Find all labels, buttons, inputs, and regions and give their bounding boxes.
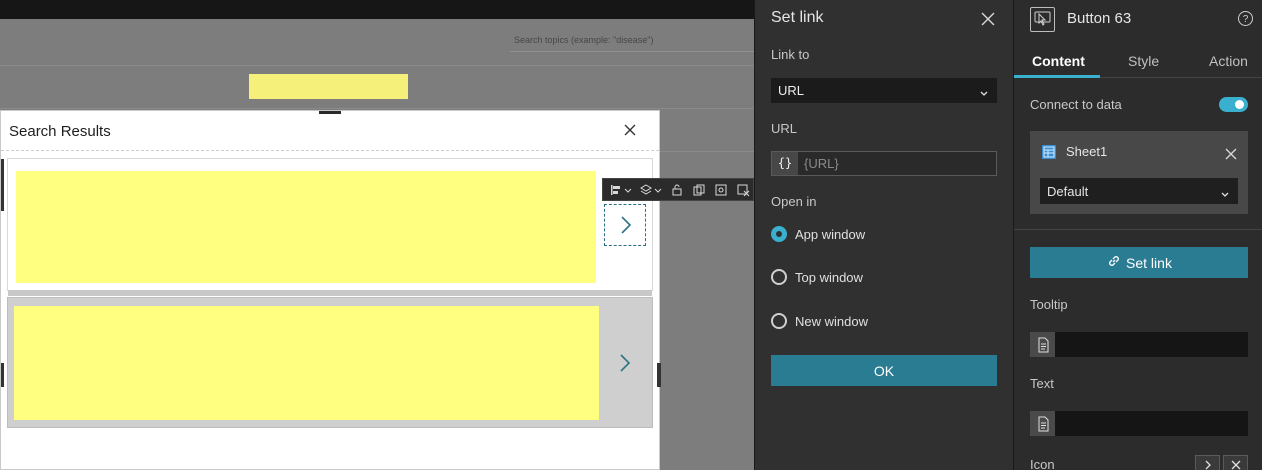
dynamic-content-icon[interactable]	[1030, 411, 1055, 436]
properties-panel: Button 63 ? Content Style Action Connect…	[1013, 0, 1262, 470]
section-divider	[1014, 229, 1262, 230]
data-source-card: Sheet1 Default	[1030, 131, 1248, 214]
result-card-image	[14, 306, 599, 420]
properties-tabs: Content Style Action	[1014, 48, 1262, 78]
link-to-select[interactable]: URL	[771, 78, 997, 103]
set-link-panel: Set link Link to URL URL {} {URL} Open i…	[754, 0, 1013, 470]
resize-handle-left[interactable]	[1, 159, 4, 211]
widget-title: Button 63	[1067, 10, 1132, 27]
resize-handle-right[interactable]	[657, 363, 661, 387]
properties-header: Button 63 ? Content Style Action	[1014, 0, 1262, 78]
remove-icon[interactable]	[733, 181, 753, 199]
chevron-down-icon	[1220, 187, 1230, 202]
text-input[interactable]	[1030, 411, 1248, 436]
close-icon[interactable]	[621, 121, 639, 139]
tab-content[interactable]: Content	[1032, 53, 1085, 69]
result-card-image	[16, 171, 596, 283]
results-title: Search Results	[9, 123, 111, 140]
link-icon	[1106, 253, 1122, 272]
data-source-name: Sheet1	[1066, 144, 1108, 159]
result-card-2[interactable]	[7, 297, 653, 428]
radio-button[interactable]	[771, 269, 787, 285]
app-root: Search topics (example: "disease") Searc…	[0, 0, 1262, 470]
table-icon	[1042, 145, 1056, 159]
radio-label: Top window	[795, 269, 863, 285]
radio-app-window[interactable]: App window	[771, 224, 865, 244]
set-link-button-label: Set link	[1126, 254, 1172, 271]
search-results-panel[interactable]: Search Results	[0, 110, 661, 470]
layers-icon[interactable]	[637, 181, 665, 199]
set-link-title: Set link	[771, 9, 824, 26]
search-input[interactable]: Search topics (example: "disease")	[510, 30, 754, 52]
link-to-label: Link to	[771, 47, 810, 62]
chevron-right-icon[interactable]	[618, 352, 632, 374]
text-label: Text	[1030, 376, 1054, 391]
radio-top-window[interactable]: Top window	[771, 267, 863, 287]
tooltip-input[interactable]	[1030, 332, 1248, 357]
selected-button-frame[interactable]	[604, 204, 646, 246]
url-label: URL	[771, 121, 798, 136]
connect-to-data-label: Connect to data	[1030, 97, 1122, 112]
link-to-value: URL	[778, 83, 805, 98]
align-icon[interactable]	[607, 181, 635, 199]
dynamic-content-icon[interactable]	[1030, 332, 1055, 357]
icon-actions	[1195, 455, 1248, 470]
data-view-select[interactable]: Default	[1040, 178, 1238, 204]
card-divider	[8, 290, 652, 296]
screenshot-icon[interactable]	[711, 181, 731, 199]
chevron-down-icon	[979, 86, 989, 101]
resize-handle-top[interactable]	[319, 111, 341, 114]
close-icon[interactable]	[1223, 455, 1248, 470]
set-link-button[interactable]: Set link	[1030, 247, 1248, 278]
duplicate-icon[interactable]	[689, 181, 709, 199]
widget-toolbar	[602, 178, 754, 201]
url-input[interactable]: {} {URL}	[771, 151, 997, 176]
chevron-right-icon[interactable]	[619, 214, 633, 236]
lock-icon[interactable]	[667, 181, 687, 199]
search-header-band: Search topics (example: "disease")	[0, 19, 754, 66]
result-card-1[interactable]	[7, 158, 653, 296]
ok-button[interactable]: OK	[771, 355, 997, 386]
button-widget-icon	[1030, 7, 1055, 32]
resize-handle-bottom-left[interactable]	[1, 363, 4, 387]
results-header: Search Results	[1, 111, 659, 151]
close-icon[interactable]	[979, 10, 997, 28]
connect-to-data-toggle[interactable]	[1219, 97, 1248, 112]
radio-label: New window	[795, 313, 868, 329]
radio-button[interactable]	[771, 226, 787, 242]
help-icon[interactable]: ?	[1237, 10, 1254, 27]
data-view-value: Default	[1047, 184, 1089, 199]
radio-new-window[interactable]: New window	[771, 311, 868, 331]
icon-label: Icon	[1030, 457, 1055, 470]
design-canvas: Search topics (example: "disease") Searc…	[0, 0, 754, 470]
expression-icon[interactable]: {}	[772, 152, 798, 175]
tab-style[interactable]: Style	[1128, 53, 1159, 69]
chevron-right-icon[interactable]	[1195, 455, 1220, 470]
tooltip-label: Tooltip	[1030, 297, 1068, 312]
svg-text:?: ?	[1243, 14, 1249, 25]
app-top-bar	[0, 0, 754, 19]
radio-label: App window	[795, 226, 866, 242]
close-icon[interactable]	[1225, 147, 1237, 160]
open-in-label: Open in	[771, 194, 817, 209]
url-placeholder: {URL}	[804, 156, 839, 171]
tab-action[interactable]: Action	[1209, 53, 1248, 69]
active-tab-indicator	[1014, 75, 1100, 78]
header-placeholder-block[interactable]	[249, 74, 408, 99]
radio-button[interactable]	[771, 313, 787, 329]
